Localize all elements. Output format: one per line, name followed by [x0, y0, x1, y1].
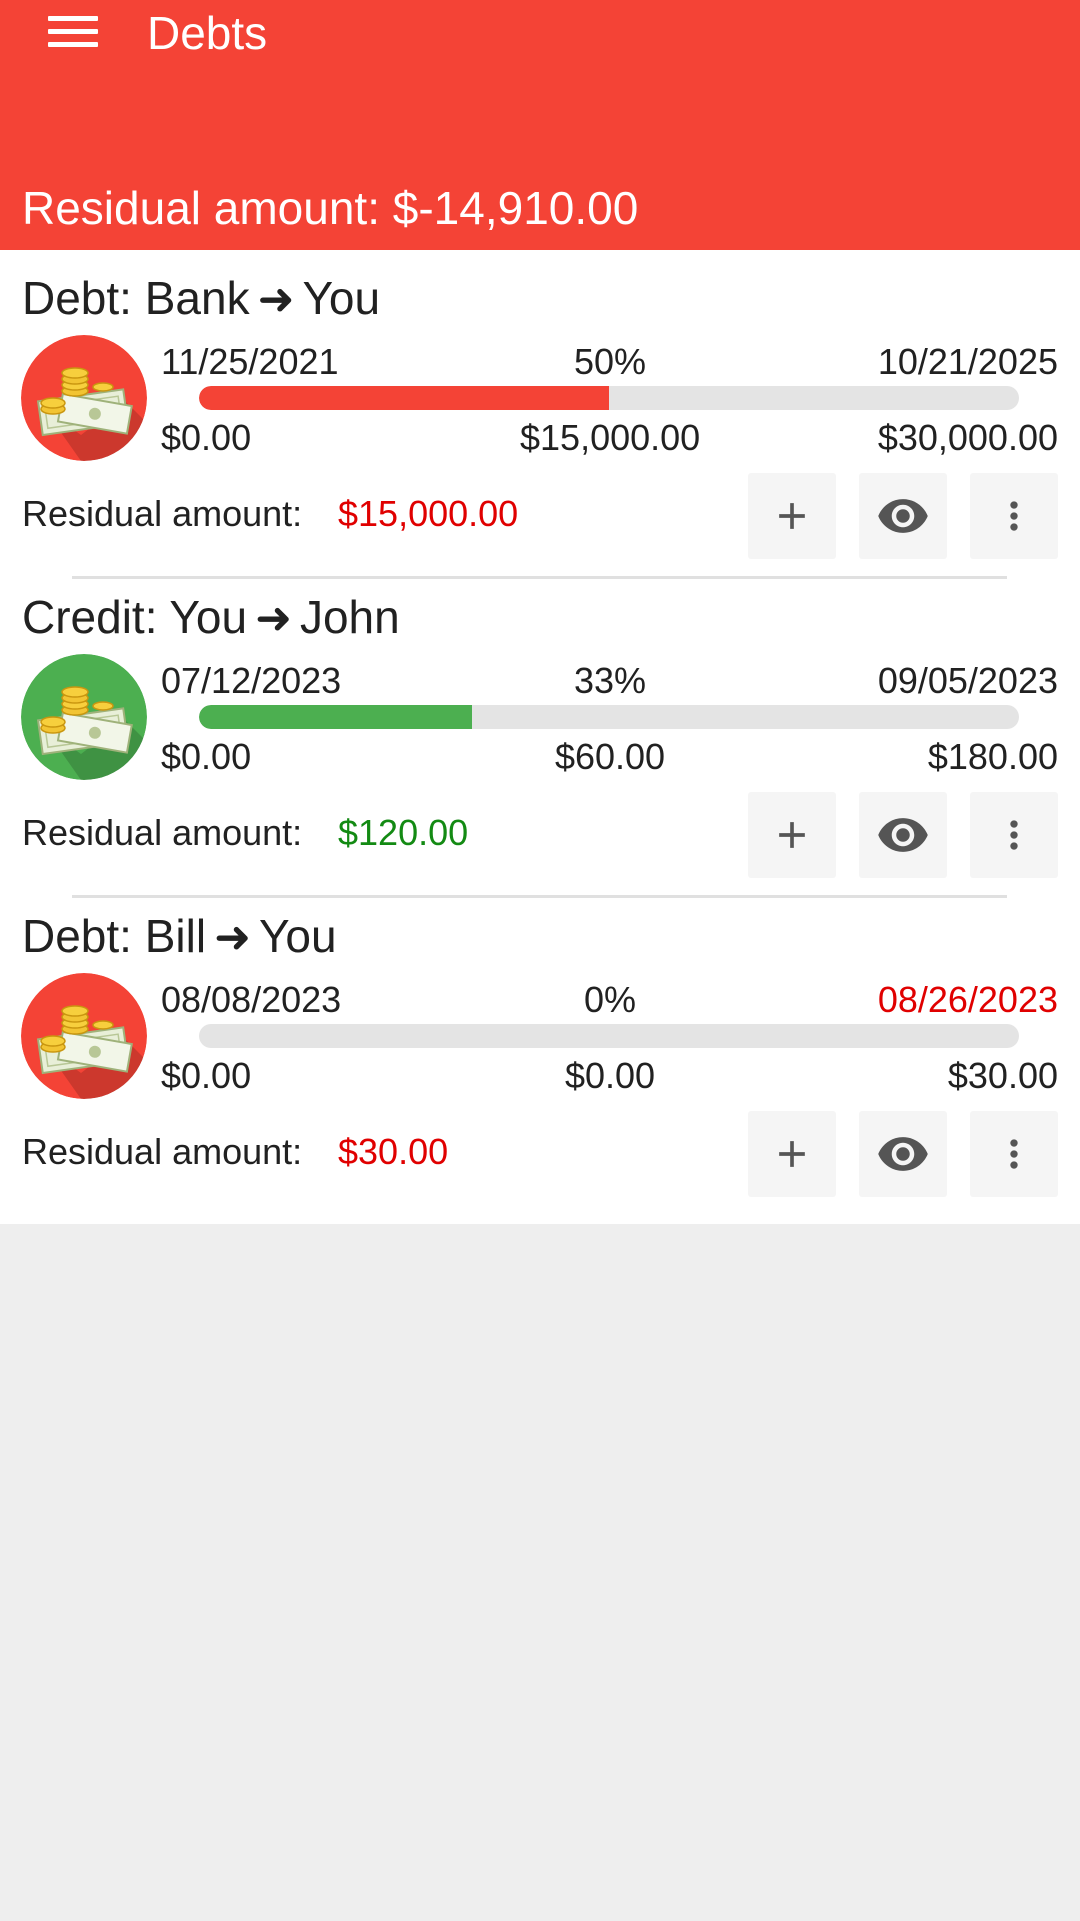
more-vert-icon	[992, 1132, 1036, 1176]
card-title: Debt: Bank ➜ You	[22, 272, 381, 324]
debt-card[interactable]: Debt: Bill ➜ You 08/08/2023 0% 08/26/2023 …	[0, 888, 1080, 1207]
end-date: 09/05/2023	[877, 660, 1058, 701]
add-payment-button[interactable]	[748, 1111, 836, 1197]
amount-paid: $60.00	[554, 736, 666, 777]
start-date: 07/12/2023	[161, 660, 342, 701]
more-options-button[interactable]	[970, 473, 1058, 559]
more-options-button[interactable]	[970, 792, 1058, 878]
card-title: Debt: Bill ➜ You	[22, 910, 337, 962]
plus-icon	[770, 1132, 814, 1176]
amount-max: $30,000.00	[877, 417, 1058, 458]
amount-paid: $0.00	[564, 1055, 656, 1096]
residual-label: Residual amount:	[22, 812, 303, 853]
arrow-right-icon: ➜	[214, 913, 251, 962]
debt-card[interactable]: Credit: You ➜ John 07/12/2023 33% 09/05/20…	[0, 569, 1080, 898]
residual-value: $15,000.00	[338, 493, 519, 534]
progress-percent: 0%	[583, 979, 637, 1020]
start-date: 11/25/2021	[161, 341, 339, 382]
menu-icon	[48, 8, 98, 55]
residual-label: Residual amount:	[22, 493, 303, 534]
residual-value: $120.00	[338, 812, 469, 853]
eye-icon	[876, 489, 930, 543]
residual-label: Residual amount:	[22, 1131, 303, 1172]
progress-percent: 33%	[573, 660, 647, 701]
money-icon	[21, 654, 147, 780]
eye-icon	[876, 1127, 930, 1181]
arrow-right-icon: ➜	[257, 275, 295, 324]
debt-card[interactable]: Debt: Bank ➜ You 11/25/2021 50% 10/21/2025…	[0, 250, 1080, 579]
progress-bar	[199, 705, 1019, 729]
end-date: 10/21/2025	[877, 341, 1058, 382]
amount-min: $0.00	[161, 736, 252, 777]
amount-max: $30.00	[947, 1055, 1058, 1096]
money-icon	[21, 335, 147, 461]
amount-min: $0.00	[161, 1055, 252, 1096]
end-date: 08/26/2023	[877, 979, 1058, 1020]
progress-percent: 50%	[573, 341, 647, 382]
card-title: Credit: You ➜ John	[22, 591, 400, 643]
view-button[interactable]	[859, 1111, 947, 1197]
plus-icon	[770, 494, 814, 538]
amount-max: $180.00	[927, 736, 1058, 777]
money-icon	[21, 973, 147, 1099]
total-residual-amount: Residual amount: $-14,910.00	[22, 182, 639, 234]
view-button[interactable]	[859, 792, 947, 878]
plus-icon	[770, 813, 814, 857]
page-title: Debts	[147, 7, 268, 59]
debt-list: Debt: Bank ➜ You 11/25/2021 50% 10/21/2025…	[0, 250, 1080, 1224]
residual-value: $30.00	[338, 1131, 449, 1172]
progress-bar	[199, 1024, 1019, 1048]
view-button[interactable]	[859, 473, 947, 559]
progress-fill	[199, 386, 609, 410]
menu-button[interactable]	[28, 0, 118, 62]
add-payment-button[interactable]	[748, 792, 836, 878]
progress-bar	[199, 386, 1019, 410]
amount-min: $0.00	[161, 417, 252, 458]
more-vert-icon	[992, 813, 1036, 857]
more-options-button[interactable]	[970, 1111, 1058, 1197]
app-bar: Debts Residual amount: $-14,910.00	[0, 0, 1080, 250]
progress-fill	[199, 705, 473, 729]
start-date: 08/08/2023	[161, 979, 342, 1020]
add-payment-button[interactable]	[748, 473, 836, 559]
arrow-right-icon: ➜	[255, 594, 292, 643]
amount-paid: $15,000.00	[520, 417, 701, 458]
more-vert-icon	[992, 494, 1036, 538]
eye-icon	[876, 808, 930, 862]
